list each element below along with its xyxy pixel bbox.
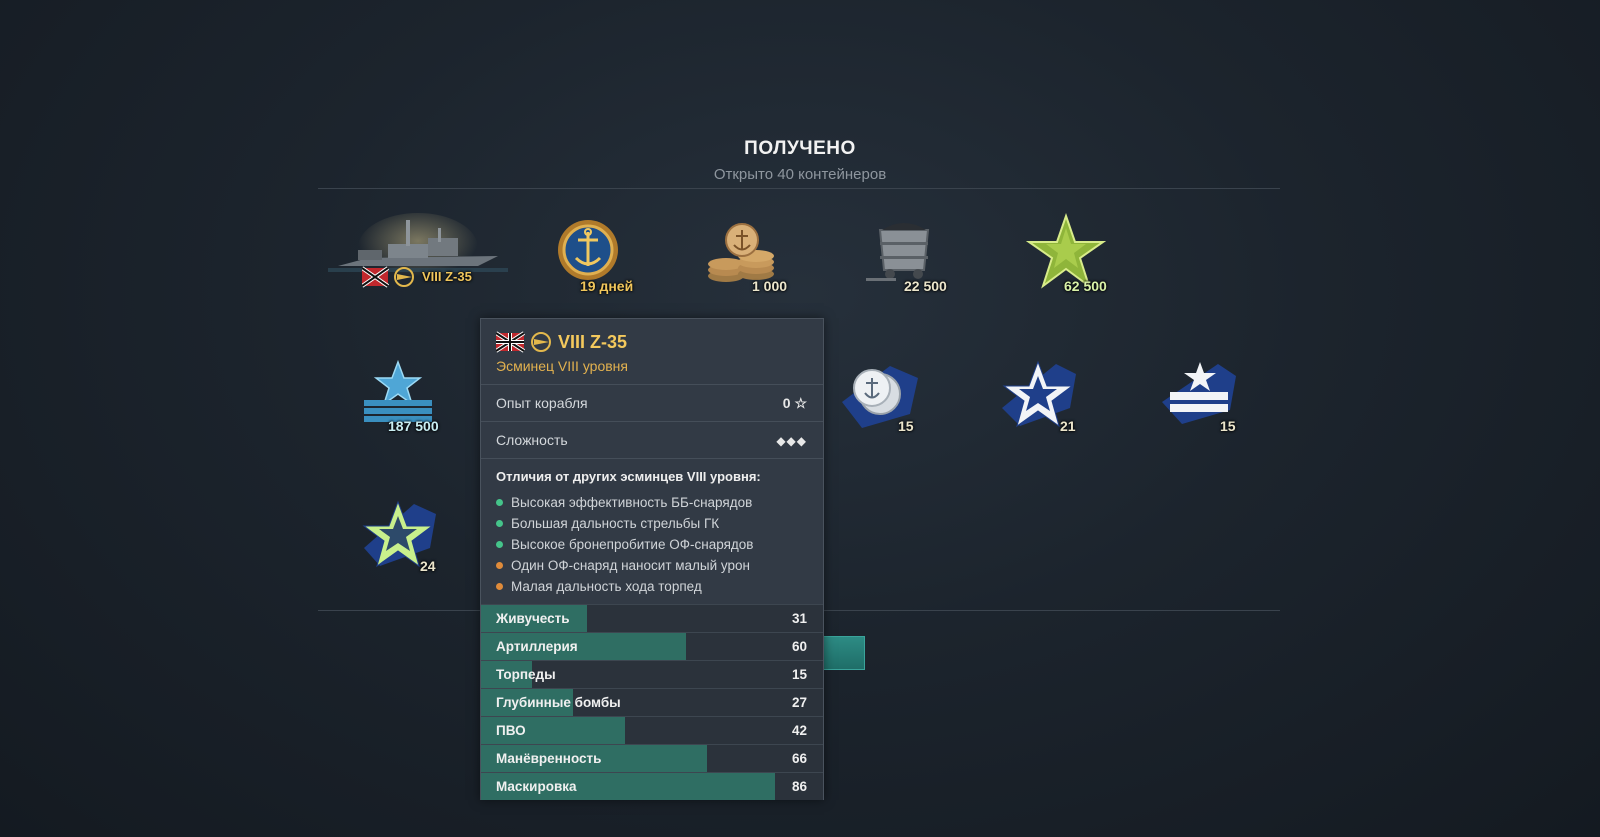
ship-tooltip: VIII Z-35 Эсминец VIII уровня Опыт кораб…	[480, 318, 824, 800]
tooltip-header: VIII Z-35 Эсминец VIII уровня	[481, 319, 823, 384]
reward-star-stripes[interactable]: 15	[1160, 358, 1310, 458]
reward-premium-label: 19 дней	[580, 278, 634, 294]
stat-row: Торпеды 15	[481, 660, 823, 688]
negative-dot-icon	[496, 562, 503, 569]
stat-value: 60	[791, 639, 807, 654]
reward-blue-star-label: 21	[1060, 418, 1076, 434]
difficulty-label: Сложность	[496, 432, 568, 448]
reward-coal-label: 22 500	[904, 278, 947, 294]
positive-dot-icon	[496, 499, 503, 506]
stat-name: Манёвренность	[496, 751, 602, 766]
page-title: ПОЛУЧЕНО	[744, 138, 856, 159]
stat-row: ПВО 42	[481, 716, 823, 744]
tooltip-ship-name: VIII Z-35	[558, 332, 628, 352]
stat-name: Живучесть	[496, 611, 570, 626]
stat-row: Глубинные бомбы 27	[481, 688, 823, 716]
ship-xp-label: Опыт корабля	[496, 395, 588, 411]
page-subtitle: Открыто 40 контейнеров	[713, 166, 887, 183]
negative-dot-icon	[496, 583, 503, 590]
reward-doubloons-label: 1 000	[752, 278, 788, 294]
stat-row: Живучесть 31	[481, 604, 823, 632]
stat-name: ПВО	[496, 723, 526, 738]
reward-signal-label: 15	[898, 418, 914, 434]
feature-item: Высокая эффективность ББ-снарядов	[496, 495, 752, 510]
ship-xp-row: Опыт корабля 0 ☆	[481, 384, 823, 421]
reward-signal[interactable]: 15	[840, 358, 990, 458]
difficulty-row: Сложность ◆◆◆	[481, 421, 823, 458]
reward-star-stripes-label: 15	[1220, 418, 1236, 434]
stat-value: 86	[791, 779, 807, 794]
stat-value: 66	[791, 751, 807, 766]
feature-text: Малая дальность хода торпед	[511, 579, 702, 594]
reward-blue-star[interactable]: 21	[1000, 358, 1150, 458]
positive-dot-icon	[496, 541, 503, 548]
difficulty-diamonds: ◆◆◆	[776, 434, 807, 448]
stat-value: 27	[791, 695, 807, 710]
reward-ship[interactable]: VIII Z-35	[328, 208, 508, 308]
differences-header: Отличия от других эсминцев VIII уровня:	[496, 469, 761, 484]
differences-section: Отличия от других эсминцев VIII уровня:	[481, 458, 823, 484]
reward-premium-account[interactable]: 19 дней	[548, 212, 698, 312]
stat-name: Артиллерия	[496, 639, 578, 654]
stat-value: 31	[791, 611, 807, 626]
stat-row: Маскировка 86	[481, 772, 823, 800]
stat-row: Артиллерия 60	[481, 632, 823, 660]
ship-xp-value: 0 ☆	[782, 395, 807, 411]
germany-flag-icon	[496, 331, 551, 353]
divider-top	[318, 188, 1280, 189]
feature-item: Высокое бронепробитие ОФ-снарядов	[496, 537, 753, 552]
feature-item: Малая дальность хода торпед	[496, 579, 702, 594]
positive-dot-icon	[496, 520, 503, 527]
germany-flag-icon	[362, 266, 414, 288]
feature-text: Высокая эффективность ББ-снарядов	[511, 495, 753, 510]
stat-value: 42	[791, 723, 807, 738]
reward-doubloons[interactable]: 1 000	[704, 212, 854, 312]
stat-name: Торпеды	[496, 667, 556, 682]
stat-name: Маскировка	[496, 779, 577, 794]
reward-ship-label: VIII Z-35	[422, 269, 472, 284]
tooltip-ship-class: Эсминец VIII уровня	[496, 358, 628, 374]
reward-coal[interactable]: 22 500	[866, 212, 1016, 312]
stat-name: Глубинные бомбы	[496, 695, 621, 710]
stat-value: 15	[791, 667, 807, 682]
stat-row: Манёвренность 66	[481, 744, 823, 772]
feature-text: Высокое бронепробитие ОФ-снарядов	[511, 537, 754, 552]
reward-green-star-label: 24	[420, 558, 436, 574]
feature-item: Один ОФ-снаряд наносит малый урон	[496, 558, 750, 573]
reward-elite-xp[interactable]: 62 500	[1026, 212, 1176, 312]
ship-icon	[328, 213, 508, 283]
feature-text: Один ОФ-снаряд наносит малый урон	[511, 558, 750, 573]
reward-free-xp-label: 187 500	[388, 418, 439, 434]
feature-text: Большая дальность стрельбы ГК	[511, 516, 720, 531]
feature-item: Большая дальность стрельбы ГК	[496, 516, 719, 531]
reward-elite-xp-label: 62 500	[1064, 278, 1107, 294]
